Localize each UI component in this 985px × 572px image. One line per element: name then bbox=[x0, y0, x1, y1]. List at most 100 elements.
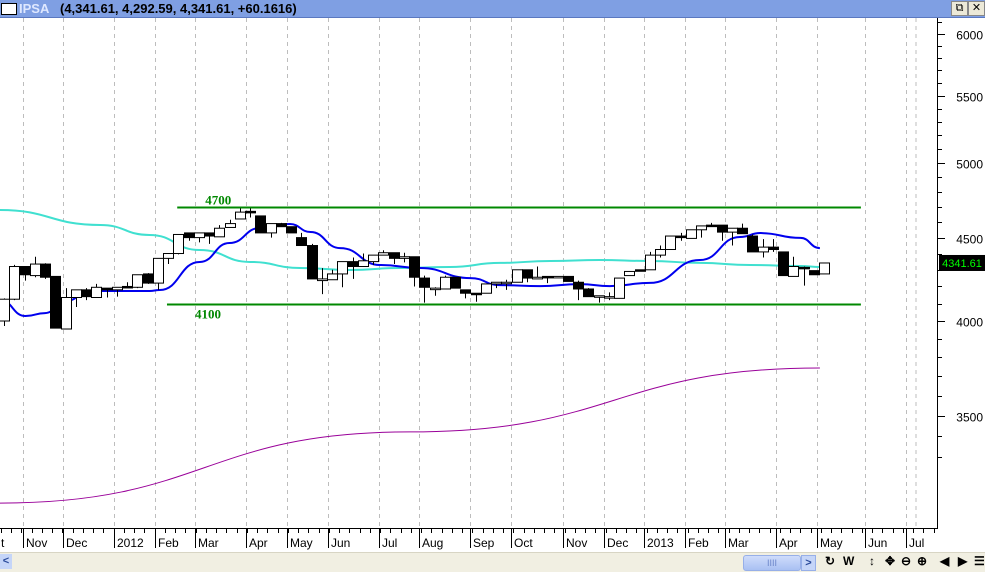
candle-body bbox=[348, 261, 359, 268]
candle-body bbox=[9, 266, 20, 300]
candle bbox=[20, 266, 31, 281]
candle-body bbox=[0, 298, 10, 322]
candle-body bbox=[419, 277, 430, 288]
x-tick-label: Apr bbox=[779, 536, 798, 550]
candle-body bbox=[61, 296, 72, 330]
candle-body bbox=[481, 283, 492, 294]
candle-body bbox=[460, 289, 471, 294]
candle bbox=[460, 289, 471, 299]
trend-line bbox=[0, 367, 820, 504]
candle bbox=[296, 232, 307, 247]
candle-body bbox=[645, 254, 656, 271]
candle-body bbox=[758, 246, 769, 253]
candle bbox=[337, 261, 348, 288]
candle bbox=[512, 269, 523, 283]
candle bbox=[266, 223, 277, 238]
scrollbar-thumb[interactable]: IIII bbox=[743, 555, 801, 571]
candle-body bbox=[717, 224, 728, 233]
candle-body bbox=[799, 266, 810, 270]
price-chart[interactable]: t Nov Dec 2012 Feb Mar Apr May Jun Jul Aug Sep Oct No… bbox=[0, 0, 985, 552]
y-tick-label: 5000 bbox=[956, 158, 983, 172]
candle-body bbox=[696, 225, 707, 231]
candle bbox=[194, 232, 205, 243]
candle-body bbox=[71, 289, 82, 298]
candle-body bbox=[245, 210, 256, 214]
candle-body bbox=[337, 261, 348, 275]
candle-body bbox=[235, 211, 246, 220]
candle bbox=[102, 287, 113, 298]
x-tick-label: Oct bbox=[514, 536, 533, 550]
candle-body bbox=[491, 281, 502, 285]
candle-body bbox=[522, 269, 533, 279]
candle bbox=[532, 266, 543, 280]
candle-body bbox=[819, 262, 830, 275]
candle bbox=[132, 274, 143, 289]
candle bbox=[389, 252, 400, 265]
candle-body bbox=[727, 227, 738, 233]
candle-body bbox=[132, 274, 143, 288]
candle-body bbox=[327, 273, 338, 281]
candle bbox=[409, 256, 420, 287]
candle bbox=[809, 270, 820, 276]
candle-body bbox=[430, 287, 441, 291]
pan-button[interactable]: ✥ bbox=[885, 554, 895, 568]
scroll-left-button[interactable]: < bbox=[0, 554, 12, 569]
candle bbox=[163, 253, 174, 265]
candle-body bbox=[204, 232, 215, 237]
x-tick-label: Dec bbox=[607, 536, 628, 550]
candle bbox=[665, 235, 676, 251]
restore-icon[interactable]: ⧉ bbox=[951, 1, 968, 16]
candle-body bbox=[553, 275, 564, 279]
candle-body bbox=[276, 223, 287, 228]
y-tick-label: 6000 bbox=[956, 29, 983, 43]
candle bbox=[573, 280, 584, 301]
x-tick-label: Sep bbox=[473, 536, 495, 550]
candle bbox=[481, 283, 492, 294]
candle-body bbox=[20, 266, 31, 276]
x-tick-label: 2012 bbox=[117, 536, 144, 550]
candle bbox=[30, 256, 41, 278]
x-tick-label: t bbox=[1, 536, 5, 550]
candle-body bbox=[655, 249, 666, 256]
candle-body bbox=[173, 233, 184, 255]
candle bbox=[542, 275, 553, 284]
candle-body bbox=[676, 235, 687, 239]
x-tick-label: Apr bbox=[249, 536, 268, 550]
candle bbox=[419, 275, 430, 303]
candle-body bbox=[102, 287, 113, 291]
level-label: 4100 bbox=[195, 307, 221, 322]
scroll-right-button[interactable]: > bbox=[801, 555, 816, 571]
properties-button[interactable]: ☰ bbox=[974, 554, 985, 568]
candle bbox=[317, 268, 328, 295]
ohlc-values: (4,341.61, 4,292.59, 4,341.61, +60.1616) bbox=[60, 1, 297, 16]
close-icon[interactable]: ✕ bbox=[968, 1, 985, 16]
chart-toolbar: < IIII > ↻ W ↕ ✥ ⊖ ⊕ ◀ ▶ ☰ bbox=[0, 552, 985, 572]
candle bbox=[276, 222, 287, 228]
candle-body bbox=[409, 256, 420, 278]
candle-body bbox=[50, 275, 61, 329]
candle bbox=[655, 245, 666, 258]
candle bbox=[645, 251, 656, 271]
candle bbox=[348, 257, 359, 279]
candle bbox=[819, 262, 830, 275]
candle-body bbox=[163, 253, 174, 259]
zoom-out-button[interactable]: ⊖ bbox=[901, 554, 911, 568]
zoom-in-button[interactable]: ⊕ bbox=[917, 554, 927, 568]
vertical-resize-button[interactable]: ↕ bbox=[869, 554, 875, 568]
x-tick-label: Feb bbox=[158, 536, 179, 550]
scroll-back-button[interactable]: ◀ bbox=[940, 554, 949, 568]
candle bbox=[122, 282, 133, 289]
refresh-button[interactable]: ↻ bbox=[825, 554, 835, 568]
candle bbox=[614, 277, 625, 299]
y-tick-label: 3500 bbox=[956, 411, 983, 425]
candle bbox=[635, 269, 646, 272]
candle bbox=[747, 234, 758, 253]
candle bbox=[9, 264, 20, 301]
x-tick-label: Nov bbox=[26, 536, 47, 550]
weekly-button[interactable]: W bbox=[843, 554, 854, 568]
chart-window-icon bbox=[1, 3, 17, 15]
candle bbox=[604, 292, 615, 301]
candle bbox=[686, 229, 697, 239]
scroll-forward-button[interactable]: ▶ bbox=[958, 554, 967, 568]
candle-body bbox=[665, 235, 676, 251]
